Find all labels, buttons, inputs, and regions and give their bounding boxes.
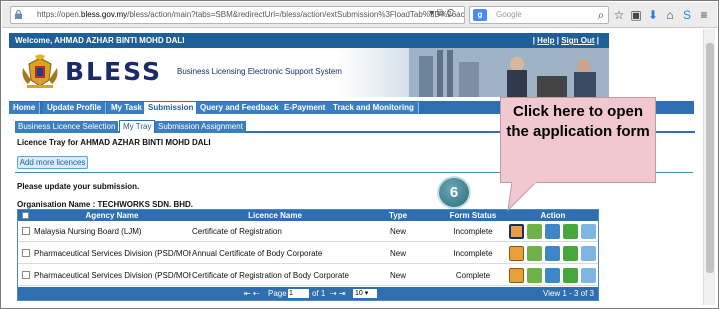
view-range-text: View 1 - 3 of 3	[543, 289, 594, 298]
table-row: Pharmaceutical Services Division (PSD/MO…	[18, 243, 598, 264]
search-icon[interactable]: ⌕	[594, 8, 608, 22]
table-pager: ⇤ ⇠ Page 1 of 1 ⇢ ⇥ 10 ▾ View 1 - 3 of 3	[18, 287, 598, 300]
licence-cell: Annual Certificate of Body Corporate	[192, 249, 323, 258]
status-cell: Complete	[455, 271, 491, 280]
row-checkbox[interactable]	[22, 271, 30, 279]
tab-submission[interactable]: Submission	[144, 102, 199, 114]
callout-pointer	[507, 182, 537, 212]
eraser-icon[interactable]	[581, 246, 596, 261]
org-value: TECHWORKS SDN. BHD.	[97, 200, 194, 209]
help-link[interactable]: Help	[537, 36, 554, 45]
screenshot-frame: https://open.bless.gov.my/bless/action/m…	[0, 0, 719, 309]
checkmark-icon[interactable]	[563, 224, 578, 239]
magnifier-icon[interactable]	[545, 268, 560, 283]
select-all-checkbox[interactable]	[22, 212, 29, 219]
open-form-icon[interactable]	[509, 224, 524, 239]
eraser-icon[interactable]	[581, 224, 596, 239]
tab-e-payment[interactable]: E-Payment	[280, 102, 331, 114]
tab-my-tray[interactable]: My Tray	[119, 120, 156, 133]
eraser-icon[interactable]	[581, 268, 596, 283]
col-agency: Agency Name	[85, 211, 139, 220]
open-form-icon[interactable]	[509, 268, 524, 283]
licence-cell: Certificate of Registration	[192, 227, 282, 236]
clipboard-icon[interactable]: ▣	[629, 8, 643, 22]
magnifier-icon[interactable]	[545, 224, 560, 239]
welcome-bar: Welcome, AHMAD AZHAR BINTI MOHD DALI | H…	[9, 33, 609, 48]
add-more-licences-button[interactable]: Add more licences	[17, 156, 88, 169]
url-host: bless.gov.my	[81, 10, 128, 19]
menu-icon[interactable]: ≡	[697, 8, 711, 22]
pager-next-last-icon[interactable]: ⇢ ⇥	[330, 287, 346, 300]
download-icon[interactable]: ⬇	[646, 8, 660, 22]
tray-title: Licence Tray for AHMAD AZHAR BINTI MOHD …	[17, 138, 211, 147]
page-size-value: 10	[355, 290, 363, 297]
home-icon[interactable]: ⌂	[663, 8, 677, 22]
checkmark-icon[interactable]	[563, 268, 578, 283]
tab-query-feedback[interactable]: Query and Feedback	[196, 102, 284, 114]
scrollbar-thumb[interactable]	[706, 43, 714, 273]
table-row: Malaysia Nursing Board (LJM) Certificate…	[18, 221, 598, 242]
checkmark-icon[interactable]	[563, 246, 578, 261]
col-licence: Licence Name	[248, 211, 302, 220]
url-prefix: https://open.	[37, 10, 82, 19]
page-count: of 1	[312, 289, 326, 298]
coat-of-arms-logo	[22, 54, 58, 88]
search-input[interactable]: Google	[469, 6, 609, 24]
step-number-badge: 6	[437, 176, 471, 209]
page-size-select[interactable]: 10 ▾	[353, 289, 377, 298]
col-type: Type	[388, 211, 408, 220]
site-header: BLESS Business Licensing Electronic Supp…	[9, 48, 609, 97]
status-cell: Incomplete	[453, 249, 493, 258]
welcome-text: Welcome, AHMAD AZHAR BINTI MOHD DALI	[15, 36, 185, 45]
reload-icon[interactable]: ▾ ⧉ C	[429, 8, 459, 22]
top-links: | Help | Sign Out |	[532, 36, 599, 45]
url-path: /bless/action/main?tabs=SBM&redirectUrl=…	[127, 10, 465, 19]
agency-cell: Pharmaceutical Services Division (PSD/MO…	[34, 271, 191, 280]
row-checkbox[interactable]	[22, 227, 30, 235]
type-cell: New	[389, 227, 406, 236]
org-label: Organisation Name	[17, 200, 91, 209]
tab-update-profile[interactable]: Update Profile	[43, 102, 107, 114]
agency-cell: Malaysia Nursing Board (LJM)	[34, 227, 142, 236]
tab-home[interactable]: Home	[9, 102, 41, 114]
calendar-icon[interactable]	[527, 246, 542, 261]
address-bar[interactable]: https://open.bless.gov.my/bless/action/m…	[10, 6, 465, 24]
type-cell: New	[389, 271, 406, 280]
update-message: Please update your submission.	[17, 182, 140, 191]
status-cell: Incomplete	[453, 227, 493, 236]
skype-icon[interactable]: S	[680, 8, 694, 22]
open-form-icon[interactable]	[509, 246, 524, 261]
agency-cell: Pharmaceutical Services Division (PSD/MO…	[34, 249, 191, 258]
type-cell: New	[389, 249, 406, 258]
organisation-line: Organisation Name : TECHWORKS SDN. BHD.	[17, 200, 194, 209]
bless-logo-text: BLESS	[65, 57, 162, 86]
bless-logo-subtitle: Business Licensing Electronic Support Sy…	[177, 67, 342, 76]
calendar-icon[interactable]	[527, 268, 542, 283]
page-number-input[interactable]: 1	[288, 289, 309, 298]
instruction-callout: Click here to open the application form	[500, 97, 656, 183]
google-icon: g	[473, 9, 487, 21]
vertical-scrollbar[interactable]	[703, 29, 715, 305]
page-label: Page	[268, 289, 287, 298]
tab-submission-assignment[interactable]: Submission Assignment	[155, 121, 246, 133]
magnifier-icon[interactable]	[545, 246, 560, 261]
tab-track-monitoring[interactable]: Track and Monitoring	[329, 102, 419, 114]
pager-first-prev-icon[interactable]: ⇤ ⇠	[244, 287, 260, 300]
tab-business-licence-selection[interactable]: Business Licence Selection	[15, 121, 119, 133]
browser-toolbar: https://open.bless.gov.my/bless/action/m…	[2, 2, 717, 28]
tab-my-task[interactable]: My Task	[107, 102, 147, 114]
licence-table: Agency Name Licence Name Type Form Statu…	[17, 209, 599, 301]
row-checkbox[interactable]	[22, 249, 30, 257]
banner-photo	[409, 48, 609, 97]
lock-icon	[14, 10, 23, 19]
calendar-icon[interactable]	[527, 224, 542, 239]
bookmark-star-icon[interactable]: ☆	[612, 8, 626, 22]
col-status: Form Status	[449, 211, 497, 220]
signout-link[interactable]: Sign Out	[561, 36, 594, 45]
table-row: Pharmaceutical Services Division (PSD/MO…	[18, 265, 598, 286]
licence-cell: Certificate of Registration of Body Corp…	[192, 271, 349, 280]
